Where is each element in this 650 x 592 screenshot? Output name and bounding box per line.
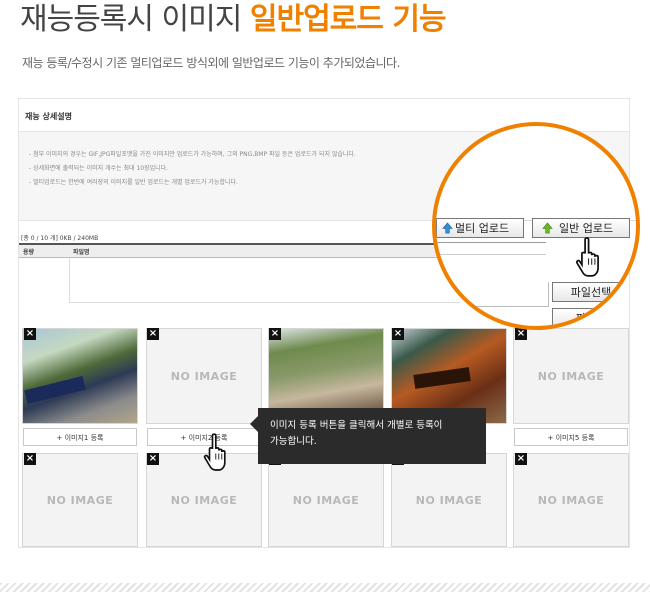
no-image-placeholder: NO IMAGE	[292, 493, 360, 507]
file-select-button-2[interactable]: 파일선	[552, 308, 630, 326]
no-image-placeholder: NO IMAGE	[170, 369, 238, 383]
panel-title: 재능 상세설명	[25, 112, 72, 121]
close-icon[interactable]: ×	[392, 328, 404, 340]
upload-icon	[442, 222, 453, 234]
image-slot-8: NO IMAGE	[268, 453, 384, 547]
normal-upload-label: 일반 업로드	[559, 222, 614, 235]
photo-plaque	[413, 367, 471, 389]
close-icon[interactable]: ×	[24, 328, 36, 340]
col-filename: 파일명	[73, 249, 90, 256]
note-1: - 첨부 이미지의 경우는 GIF,JPG파일포맷을 가진 이미지만 업로드가 …	[29, 151, 356, 158]
photo-sign	[24, 375, 86, 405]
image-slot-9: NO IMAGE	[391, 453, 507, 547]
footer-divider	[0, 583, 650, 592]
upload-icon	[542, 222, 553, 234]
file-list-body[interactable]	[69, 258, 460, 303]
hand-cursor-icon	[203, 433, 226, 471]
close-icon[interactable]: ×	[515, 453, 527, 465]
title-highlight: 일반업로드 기능	[249, 2, 447, 37]
close-icon[interactable]: ×	[24, 453, 36, 465]
note-3: - 멀티업로드는 한번에 여러장의 이미지를 일반 업로드는 개별 업로드가 가…	[29, 179, 238, 186]
image1-register-button[interactable]: + 이미지1 등록	[23, 428, 137, 446]
image-slot-2: NO IMAGE	[146, 328, 262, 424]
tooltip-line-1: 이미지 등록 버튼을 클릭해서 개별로 등록이	[270, 420, 443, 431]
page-subtitle: 재능 등록/수정시 기존 멀티업로드 방식외에 일반업로드 기능이 추가되었습니…	[22, 56, 400, 70]
no-image-placeholder: NO IMAGE	[46, 493, 114, 507]
file-select-button[interactable]: 파일선택	[552, 282, 630, 302]
file-list-table: 용량 파일명	[19, 243, 460, 315]
image-slot-6: NO IMAGE	[22, 453, 138, 547]
zoom-callout: 멀티 업로드 일반 업로드 파일선택 파일선	[432, 122, 640, 330]
multi-upload-button[interactable]: 멀티 업로드	[436, 218, 524, 238]
col-size: 용량	[23, 249, 35, 256]
close-icon[interactable]: ×	[515, 328, 527, 340]
normal-upload-button[interactable]: 일반 업로드	[532, 218, 630, 238]
list-header-line	[436, 242, 546, 243]
image-slot-5: NO IMAGE	[513, 328, 629, 424]
close-icon[interactable]: ×	[269, 328, 281, 340]
upload-count: [총 0 / 10 개] 0KB / 240MB	[21, 235, 99, 242]
file-input-box[interactable]	[436, 282, 549, 307]
no-image-placeholder: NO IMAGE	[415, 493, 483, 507]
no-image-placeholder: NO IMAGE	[537, 369, 605, 383]
title-main: 재능등록시 이미지	[20, 2, 250, 37]
no-image-placeholder: NO IMAGE	[537, 493, 605, 507]
list-row-line	[436, 254, 546, 255]
close-icon[interactable]: ×	[147, 328, 159, 340]
register-tooltip: 이미지 등록 버튼을 클릭해서 개별로 등록이 가능합니다.	[250, 408, 486, 464]
file-list-header: 용량 파일명	[19, 245, 459, 258]
close-icon[interactable]: ×	[147, 453, 159, 465]
multi-upload-label: 멀티 업로드	[455, 222, 510, 235]
image-slot-1	[22, 328, 138, 424]
page-title: 재능등록시 이미지 일반업로드 기능	[20, 2, 447, 38]
image-slot-10: NO IMAGE	[513, 453, 629, 547]
note-2: - 상세화면에 출력되는 이미지 개수는 최대 10장입니다.	[29, 165, 169, 172]
image5-register-button[interactable]: + 이미지5 등록	[514, 428, 628, 446]
hand-cursor-icon	[575, 237, 599, 277]
tooltip-line-2: 가능합니다.	[270, 436, 317, 447]
